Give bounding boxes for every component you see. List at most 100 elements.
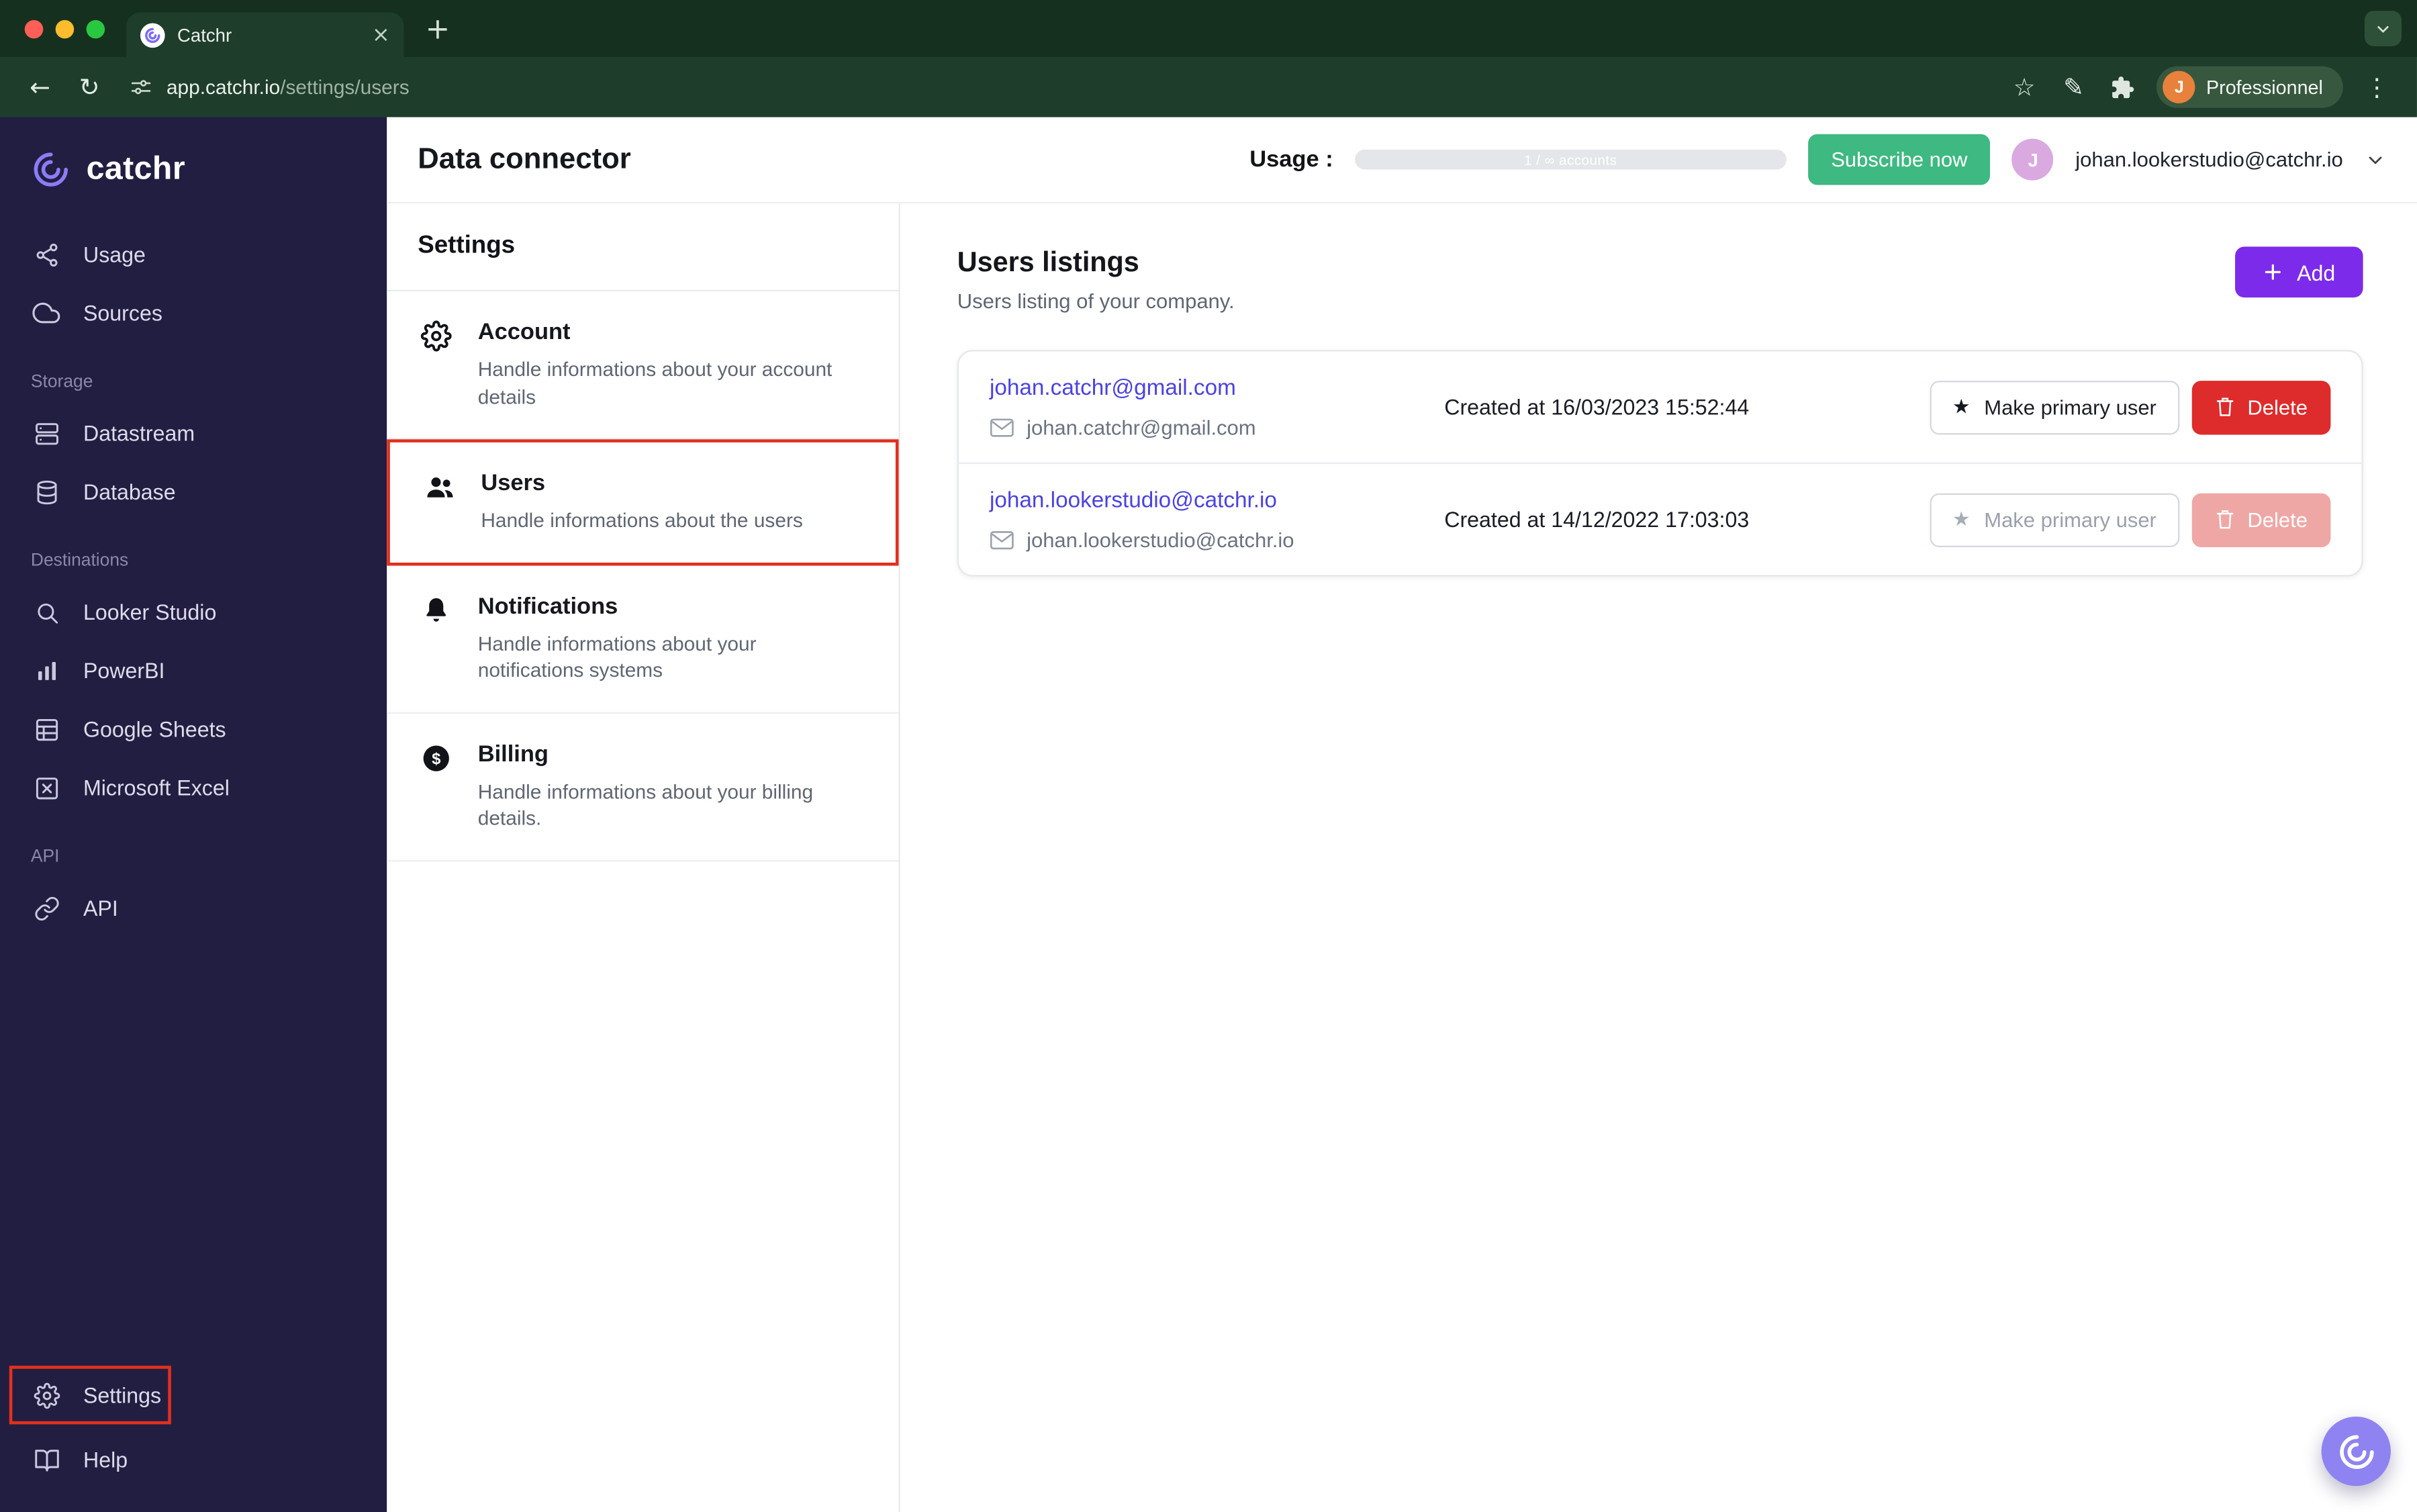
user-email-line: johan.lookerstudio@catchr.io: [990, 528, 1444, 552]
close-tab-icon[interactable]: ×: [372, 24, 390, 46]
trash-icon: [2215, 396, 2235, 418]
tab-strip: Catchr × +: [0, 0, 2417, 57]
account-email: johan.lookerstudio@catchr.io: [2075, 148, 2343, 171]
sidebar-section-api: API: [30, 847, 60, 867]
bell-icon: [418, 593, 455, 684]
delete-user-button-disabled[interactable]: Delete: [2191, 492, 2331, 547]
sidebar-section-storage: Storage: [30, 373, 93, 392]
sidebar-item-looker-studio[interactable]: Looker Studio: [0, 583, 387, 641]
sidebar-item-google-sheets[interactable]: Google Sheets: [0, 700, 387, 758]
sidebar-item-microsoft-excel[interactable]: Microsoft Excel: [0, 759, 387, 817]
tab-title: Catchr: [177, 23, 232, 46]
new-tab-button[interactable]: +: [426, 11, 451, 46]
book-icon: [31, 1444, 62, 1475]
sidebar-item-datastream[interactable]: Datastream: [0, 404, 387, 463]
user-email: johan.lookerstudio@catchr.io: [1027, 528, 1294, 552]
account-menu-chevron-icon[interactable]: [2365, 149, 2386, 171]
users-icon: [421, 470, 458, 534]
make-primary-user-button[interactable]: ★ Make primary user: [1929, 379, 2180, 434]
sidebar-item-database[interactable]: Database: [0, 463, 387, 521]
share-icon: [31, 239, 62, 270]
table-icon: [31, 714, 62, 745]
settings-panel-title: Settings: [387, 203, 899, 291]
url-text: app.catchr.io/settings/users: [166, 75, 410, 99]
browser-window: Catchr × + ← ↻ app.catchr.io/settings/us…: [0, 0, 2417, 1512]
browser-chrome: Catchr × + ← ↻ app.catchr.io/settings/us…: [0, 0, 2417, 117]
settings-nav-billing[interactable]: $ Billing Handle informations about your…: [387, 713, 899, 862]
sidebar-item-settings[interactable]: Settings: [12, 1369, 168, 1421]
site-info-icon[interactable]: [130, 75, 152, 98]
sidebar-item-help[interactable]: Help: [0, 1431, 387, 1497]
chat-widget-button[interactable]: [2321, 1416, 2391, 1486]
browser-profile-chip[interactable]: J Professionnel: [2157, 66, 2343, 108]
main-header: Users listings Users listing of your com…: [957, 246, 2363, 313]
subscribe-now-button[interactable]: Subscribe now: [1807, 134, 1991, 185]
usage-value: 1 / ∞ accounts: [1524, 152, 1617, 168]
sidebar-section-destinations: Destinations: [30, 551, 129, 571]
settings-nav-item-text: Account Handle informations about your a…: [477, 319, 833, 408]
close-window-button[interactable]: [24, 19, 44, 38]
brand[interactable]: catchr: [0, 142, 387, 197]
account-avatar[interactable]: J: [2012, 138, 2054, 181]
database-icon: [31, 476, 62, 507]
mail-icon: [990, 530, 1014, 551]
minimize-window-button[interactable]: [55, 19, 75, 38]
sidebar-item-api[interactable]: API: [0, 879, 387, 937]
address-bar[interactable]: app.catchr.io/settings/users: [130, 75, 1997, 99]
section-title: Users listings: [957, 246, 1139, 278]
cloud-icon: [31, 297, 62, 328]
sidebar-item-label: Database: [83, 479, 176, 504]
brand-name: catchr: [86, 150, 186, 187]
catchr-logo-icon: [31, 150, 71, 190]
user-name-link[interactable]: johan.catchr@gmail.com: [990, 376, 1236, 401]
user-email-line: johan.catchr@gmail.com: [990, 416, 1444, 439]
tab-search-button[interactable]: [2364, 11, 2402, 46]
settings-nav-account[interactable]: Account Handle informations about your a…: [387, 291, 899, 440]
sidebar-item-powerbi[interactable]: PowerBI: [0, 641, 387, 700]
delete-user-button[interactable]: Delete: [2191, 379, 2331, 434]
reload-button[interactable]: ↻: [68, 66, 111, 109]
catchr-favicon-icon: [140, 22, 165, 48]
server-icon: [31, 418, 62, 448]
sidebar-item-label: Microsoft Excel: [83, 775, 230, 800]
excel-icon: [31, 772, 62, 803]
looker-icon: [31, 597, 62, 628]
user-row: johan.lookerstudio@catchr.io johan.looke…: [959, 462, 2362, 575]
edit-icon[interactable]: ✎: [2052, 66, 2095, 109]
usage-label: Usage :: [1249, 146, 1333, 173]
sidebar-item-label: PowerBI: [83, 658, 165, 683]
user-created-at: Created at 16/03/2023 15:52:44: [1444, 394, 1750, 420]
users-list-card: johan.catchr@gmail.com johan.catchr@gmai…: [957, 350, 2363, 577]
gear-icon: [418, 319, 455, 410]
settings-nav-item-text: Notifications Handle informations about …: [477, 593, 757, 682]
browser-tab[interactable]: Catchr ×: [126, 12, 404, 57]
back-button[interactable]: ←: [19, 66, 62, 109]
user-row: johan.catchr@gmail.com johan.catchr@gmai…: [959, 351, 2361, 462]
user-name-link[interactable]: johan.lookerstudio@catchr.io: [990, 489, 1277, 514]
browser-toolbar: ← ↻ app.catchr.io/settings/users ☆ ✎ J P…: [0, 57, 2417, 117]
browser-menu-icon[interactable]: ⋮: [2355, 66, 2398, 109]
extensions-icon[interactable]: [2101, 66, 2144, 109]
bookmark-star-icon[interactable]: ☆: [2003, 66, 2046, 109]
user-created-at: Created at 14/12/2022 17:03:03: [1444, 507, 1750, 532]
sidebar-item-label: Looker Studio: [83, 600, 217, 624]
sidebar-item-usage[interactable]: Usage: [0, 225, 387, 283]
fullscreen-window-button[interactable]: [86, 19, 105, 38]
add-user-button[interactable]: Add: [2235, 246, 2363, 298]
make-primary-user-button-disabled[interactable]: ★ Make primary user: [1929, 492, 2180, 547]
link-icon: [31, 892, 62, 923]
sidebar-item-sources[interactable]: Sources: [0, 283, 387, 342]
sidebar: catchr Usage Sources Storage Datastream: [0, 117, 387, 1512]
sidebar-item-label: Google Sheets: [83, 716, 226, 742]
window-controls: [24, 19, 105, 38]
settings-nav-item-text: Billing Handle informations about your b…: [477, 741, 814, 830]
settings-nav-notifications[interactable]: Notifications Handle informations about …: [387, 565, 899, 714]
user-identity: johan.lookerstudio@catchr.io johan.looke…: [990, 487, 1444, 552]
page-title: Data connector: [418, 142, 631, 175]
app-header: Data connector Usage : 1 / ∞ accounts Su…: [387, 117, 2417, 204]
settings-nav-panel: Settings Account Handle informations abo…: [387, 203, 900, 1512]
plus-icon: [2263, 262, 2283, 282]
settings-nav-users[interactable]: Users Handle informations about the user…: [387, 439, 899, 565]
sidebar-item-label: Usage: [83, 242, 146, 267]
